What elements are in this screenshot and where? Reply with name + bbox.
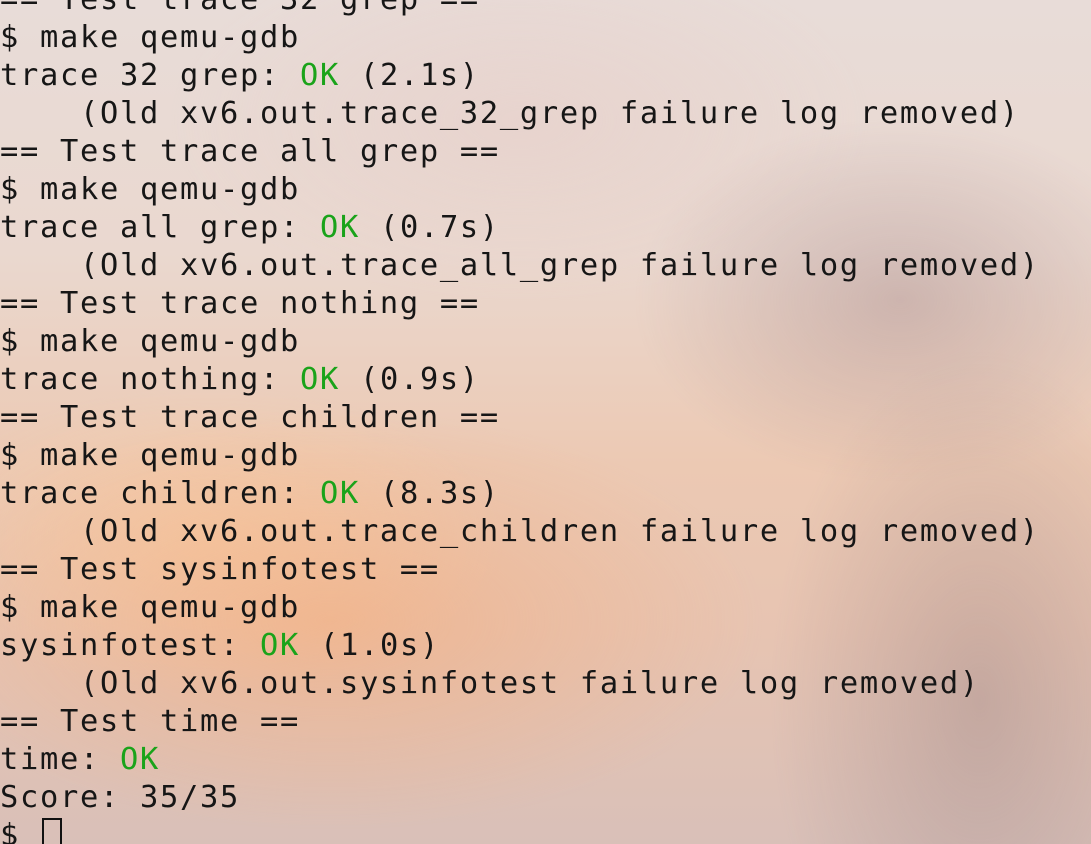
terminal-line: (Old xv6.out.sysinfotest failure log rem… xyxy=(0,666,980,701)
test-duration: (0.9s) xyxy=(339,362,480,397)
terminal-line: $ make qemu-gdb xyxy=(0,172,300,207)
test-name: time: xyxy=(0,742,120,777)
test-name: trace nothing: xyxy=(0,362,300,397)
terminal-line: $ make qemu-gdb xyxy=(0,438,300,473)
terminal-line: $ make qemu-gdb xyxy=(0,324,300,359)
status-ok: OK xyxy=(319,210,360,245)
status-ok: OK xyxy=(319,476,360,511)
terminal-line: == Test sysinfotest == xyxy=(0,552,440,587)
terminal-line: (Old xv6.out.trace_32_grep failure log r… xyxy=(0,96,1020,131)
test-name: trace children: xyxy=(0,476,320,511)
test-result-line: time: OK xyxy=(0,741,1091,779)
status-ok: OK xyxy=(119,742,160,777)
status-ok: OK xyxy=(299,58,340,93)
shell-prompt-line: $ xyxy=(0,817,1091,844)
test-result-line: trace nothing: OK (0.9s) xyxy=(0,361,1091,399)
terminal-line: == Test trace children == xyxy=(0,400,500,435)
test-duration: (2.1s) xyxy=(339,58,480,93)
terminal-line: $ make qemu-gdb xyxy=(0,20,300,55)
test-result-line: trace 32 grep: OK (2.1s) xyxy=(0,57,1091,95)
test-result-line: sysinfotest: OK (1.0s) xyxy=(0,627,1091,665)
status-ok: OK xyxy=(259,628,300,663)
test-name: trace all grep: xyxy=(0,210,320,245)
test-duration: (1.0s) xyxy=(299,628,440,663)
test-result-line: trace all grep: OK (0.7s) xyxy=(0,209,1091,247)
test-name: sysinfotest: xyxy=(0,628,260,663)
status-ok: OK xyxy=(299,362,340,397)
text-cursor[interactable] xyxy=(42,818,62,844)
terminal-line: == Test time == xyxy=(0,704,300,739)
test-result-line: trace children: OK (8.3s) xyxy=(0,475,1091,513)
test-duration: (0.7s) xyxy=(359,210,500,245)
terminal-line: == Test trace nothing == xyxy=(0,286,480,321)
terminal-line: Score: 35/35 xyxy=(0,780,240,815)
terminal-line: $ make qemu-gdb xyxy=(0,590,300,625)
terminal-output[interactable]: == Test trace 32 grep ==$ make qemu-gdbt… xyxy=(0,0,1091,844)
terminal-line: == Test trace 32 grep == xyxy=(0,0,1091,19)
terminal-line: (Old xv6.out.trace_children failure log … xyxy=(0,514,1040,549)
test-duration: (8.3s) xyxy=(359,476,500,511)
shell-prompt: $ xyxy=(0,818,40,844)
terminal-line: == Test trace all grep == xyxy=(0,134,500,169)
test-name: trace 32 grep: xyxy=(0,58,300,93)
terminal-line: (Old xv6.out.trace_all_grep failure log … xyxy=(0,248,1040,283)
